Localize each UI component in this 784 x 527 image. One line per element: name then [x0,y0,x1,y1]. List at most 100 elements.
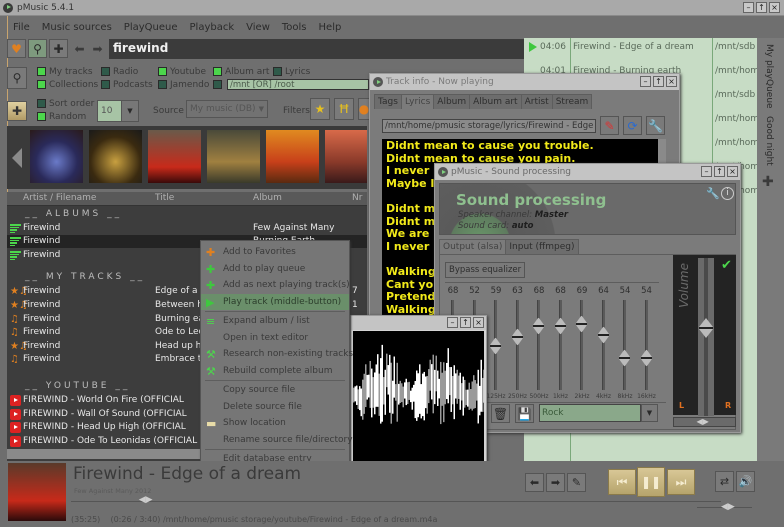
volume-slider[interactable] [698,258,714,416]
filter-genre-button[interactable]: Ħ [334,98,354,120]
add-tab-button[interactable]: ✚ [762,174,774,190]
progress-slider[interactable] [71,501,721,502]
context-menu-item[interactable]: ⚒ Research non-existing tracks [201,346,353,362]
menu-view[interactable]: View [240,22,276,33]
source-collections[interactable]: Collections [37,80,98,90]
sleep-timer-button[interactable]: ✎ [567,473,586,492]
lyrics-settings-button[interactable]: 🔧 [646,116,665,135]
tab-my-playqueue[interactable]: My playQueue [764,44,774,109]
filter-rating-button[interactable]: ★ [310,98,330,120]
column-album[interactable]: Album [253,193,282,203]
close-button[interactable]: × [473,317,484,328]
eq-band-thumb[interactable] [597,327,609,345]
add-button[interactable]: ✚ [49,39,68,58]
maximize-button[interactable]: ↑ [460,317,471,328]
eq-band-slider[interactable] [580,300,583,390]
column-artist[interactable]: Artist / Filename [23,193,96,203]
add-to-queue-button[interactable]: ✚ [7,101,27,121]
tab-lyrics[interactable]: Lyrics [400,94,435,109]
column-nr[interactable]: Nr [352,193,362,203]
context-menu-item[interactable]: Delete source file [201,399,349,415]
eq-band-thumb[interactable] [576,315,587,334]
eq-band-slider[interactable] [537,300,540,390]
scroll-left-arrow-icon[interactable] [12,148,22,168]
progress-slider-thumb[interactable]: ◀▶ [139,496,153,505]
eq-band-thumb[interactable] [533,318,544,336]
context-menu-item[interactable]: ✚ Add as next playing track(s) [201,277,350,293]
lyrics-path-input[interactable]: /mnt/home/pmusic storage/lyrics/Firewind… [382,119,596,133]
previous-in-list-button[interactable]: ⬅ [525,473,544,492]
edit-lyrics-button[interactable]: ✎ [600,116,619,135]
delete-preset-button[interactable]: 🗑 [491,404,510,423]
search-button[interactable]: ⚲ [7,67,27,89]
tab-output-alsa[interactable]: Output (alsa) [439,239,507,254]
source-youtube[interactable]: Youtube [158,67,206,77]
preset-dropdown-button[interactable]: ▼ [641,404,658,422]
source-path-filter-toggle[interactable] [213,80,225,90]
volume-slider-thumb[interactable] [699,318,713,340]
favorites-button[interactable]: ♥ [7,39,26,58]
menu-file[interactable]: File [7,22,36,33]
album-cover[interactable] [148,130,201,183]
minimize-button[interactable]: – [701,166,712,177]
source-my-tracks[interactable]: My tracks [37,67,93,77]
context-menu-item[interactable]: ▶ Play track (middle-button) [201,293,349,310]
context-menu-item[interactable]: ▬ Show location [201,415,349,431]
minimize-button[interactable]: – [640,76,651,87]
previous-track-button[interactable]: ⏮ [608,469,636,495]
tab-album-art[interactable]: Album art [469,94,522,109]
eq-band-thumb[interactable] [490,338,501,356]
search-input[interactable]: firewind [109,39,524,59]
next-track-button[interactable]: ⏭ [667,469,695,495]
eq-band-thumb[interactable] [619,349,630,368]
source-podcasts[interactable]: Podcasts [101,80,153,90]
eq-band-slider[interactable] [558,300,562,390]
tab-input-ffmpeg[interactable]: Input (ffmpeg) [505,239,579,254]
close-button[interactable]: × [769,2,780,13]
balance-slider-thumb[interactable]: ◀▶ [697,418,709,426]
count-dropdown-button[interactable]: ▼ [121,100,139,122]
context-menu-item[interactable]: ✚ Add to play queue [201,261,349,277]
album-cover[interactable] [89,130,142,183]
search-mode-button[interactable]: ⚲ [28,39,47,58]
eq-band-slider[interactable] [623,300,626,390]
context-menu-item[interactable]: ≡ Expand album / list [201,313,349,329]
wrench-icon[interactable]: 🔧 [706,187,720,200]
context-menu-item[interactable]: ✚ Add to Favorites [201,244,349,260]
random-toggle[interactable]: Random [37,112,86,122]
album-cover[interactable] [325,130,367,183]
menu-help[interactable]: Help [313,22,348,33]
shuffle-button[interactable]: ⇄ [715,471,734,492]
save-preset-button[interactable]: 💾 [515,404,534,423]
source-lyrics[interactable]: Lyrics [273,67,310,77]
tab-artist[interactable]: Artist [520,94,553,109]
context-menu-item[interactable]: Rename source file/directory [201,432,353,448]
volume-button[interactable]: 🔊 [736,471,755,492]
now-playing-cover[interactable] [8,463,66,521]
context-menu-item[interactable]: Copy source file [201,382,349,398]
maximize-button[interactable]: ↑ [653,76,664,87]
eq-band-slider[interactable] [644,300,648,390]
bypass-equalizer-button[interactable]: Bypass equalizer [445,262,526,278]
album-cover[interactable] [207,130,260,183]
source-jamendo[interactable]: Jamendo [158,80,209,90]
menu-playqueue[interactable]: PlayQueue [118,22,184,33]
eq-band-thumb[interactable] [640,349,652,368]
source-radio[interactable]: Radio [101,67,138,77]
album-cover[interactable] [266,130,319,183]
next-in-list-button[interactable]: ➡ [546,473,565,492]
menu-tools[interactable]: Tools [276,22,313,33]
preset-select[interactable]: Rock [539,404,641,422]
close-button[interactable]: × [666,76,677,87]
volume-mini-thumb[interactable]: ◀▶ [721,503,735,512]
context-menu-item[interactable]: Open in text editor [201,330,349,346]
source-album-art[interactable]: Album art [213,67,269,77]
mute-checkmark-icon[interactable]: ✔ [721,258,732,273]
menu-playback[interactable]: Playback [184,22,241,33]
queue-row[interactable]: 04:06 Firewind - Edge of a dream/mnt/sdb [524,39,757,56]
album-row[interactable]: Firewind Few Against Many [7,222,367,235]
minimize-button[interactable]: – [743,2,754,13]
forward-button[interactable]: ➡ [88,39,107,58]
eq-band-thumb[interactable] [511,329,523,347]
source-select[interactable]: My music (DB) ▼ [186,100,268,118]
